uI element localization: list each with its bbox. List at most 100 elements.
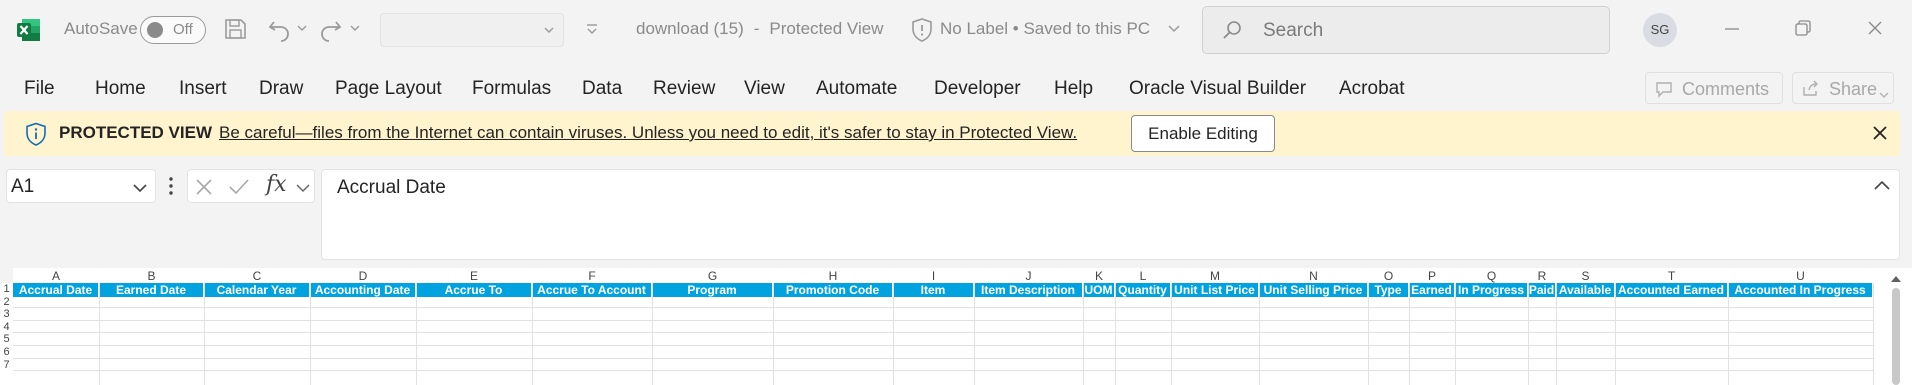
check-icon[interactable] bbox=[228, 177, 250, 197]
tab-automate[interactable]: Automate bbox=[816, 78, 897, 100]
cancel-icon[interactable] bbox=[194, 177, 214, 197]
select-all-corner[interactable] bbox=[0, 268, 13, 283]
column-header-f[interactable]: F bbox=[532, 269, 652, 283]
comments-button[interactable]: Comments bbox=[1645, 72, 1783, 104]
header-cell[interactable]: Available bbox=[1556, 283, 1615, 297]
enable-editing-button[interactable]: Enable Editing bbox=[1131, 115, 1275, 152]
minimize-icon[interactable] bbox=[1723, 16, 1741, 42]
column-header-p[interactable]: P bbox=[1409, 269, 1455, 283]
column-header-j[interactable]: J bbox=[974, 269, 1083, 283]
formula-input[interactable]: Accrual Date bbox=[321, 169, 1900, 260]
share-button[interactable]: Share bbox=[1792, 72, 1894, 104]
header-cell[interactable]: Unit Selling Price bbox=[1259, 283, 1368, 297]
tab-oracle-visual-builder[interactable]: Oracle Visual Builder bbox=[1129, 78, 1306, 100]
column-header-l[interactable]: L bbox=[1115, 269, 1171, 283]
autosave-toggle[interactable]: Off bbox=[140, 16, 206, 44]
row-header-6[interactable]: 6 bbox=[0, 346, 13, 359]
tab-formulas[interactable]: Formulas bbox=[472, 78, 551, 100]
header-cell[interactable]: Type bbox=[1368, 283, 1409, 297]
tab-insert[interactable]: Insert bbox=[179, 78, 227, 100]
header-cell[interactable]: In Progress bbox=[1455, 283, 1528, 297]
chevron-up-icon[interactable] bbox=[1873, 178, 1891, 192]
header-cell[interactable]: Calendar Year bbox=[204, 283, 310, 297]
sensitivity-shield-icon[interactable] bbox=[910, 17, 934, 43]
row-header-4[interactable]: 4 bbox=[0, 321, 13, 334]
column-header-o[interactable]: O bbox=[1368, 269, 1409, 283]
more-options-icon[interactable] bbox=[168, 175, 174, 197]
font-dropdown[interactable] bbox=[380, 13, 564, 47]
redo-icon[interactable] bbox=[318, 16, 344, 42]
tab-draw[interactable]: Draw bbox=[259, 78, 303, 100]
column-header-g[interactable]: G bbox=[652, 269, 773, 283]
spreadsheet-grid[interactable]: Accrual Date Earned Date Calendar Year Acco… bbox=[0, 268, 1912, 385]
chevron-down-icon[interactable] bbox=[296, 182, 310, 194]
column-header-a[interactable]: A bbox=[13, 269, 99, 283]
header-cell[interactable]: Item bbox=[893, 283, 974, 297]
column-header-c[interactable]: C bbox=[204, 269, 310, 283]
tab-help[interactable]: Help bbox=[1054, 78, 1093, 100]
autosave-label: AutoSave bbox=[64, 19, 138, 38]
tab-view[interactable]: View bbox=[744, 78, 785, 100]
restore-icon[interactable] bbox=[1794, 16, 1812, 42]
vertical-scrollbar[interactable] bbox=[1892, 288, 1900, 385]
column-header-h[interactable]: H bbox=[773, 269, 893, 283]
column-header-s[interactable]: S bbox=[1556, 269, 1615, 283]
chevron-down-icon[interactable] bbox=[1167, 22, 1181, 36]
column-header-d[interactable]: D bbox=[310, 269, 416, 283]
column-header-e[interactable]: E bbox=[416, 269, 532, 283]
tab-page-layout[interactable]: Page Layout bbox=[335, 78, 442, 100]
header-cell[interactable]: Unit List Price bbox=[1171, 283, 1259, 297]
column-header-r[interactable]: R bbox=[1528, 269, 1556, 283]
undo-dropdown-icon[interactable] bbox=[296, 22, 308, 34]
tab-review[interactable]: Review bbox=[653, 78, 715, 100]
avatar[interactable]: SG bbox=[1643, 13, 1677, 47]
header-cell[interactable]: Accounted In Progress bbox=[1728, 283, 1873, 297]
tab-acrobat[interactable]: Acrobat bbox=[1339, 78, 1404, 100]
row-header-7[interactable]: 7 bbox=[0, 359, 13, 372]
header-cell[interactable]: Item Description bbox=[974, 283, 1083, 297]
row-header-2[interactable]: 2 bbox=[0, 296, 13, 309]
column-header-u[interactable]: U bbox=[1728, 269, 1873, 283]
customize-toolbar-icon[interactable] bbox=[584, 22, 600, 38]
header-cell[interactable]: Accounting Date bbox=[310, 283, 416, 297]
header-cell[interactable]: Accrue To bbox=[416, 283, 532, 297]
header-cell[interactable]: Promotion Code bbox=[773, 283, 893, 297]
close-icon[interactable] bbox=[1866, 16, 1884, 42]
header-cell[interactable]: Program bbox=[652, 283, 773, 297]
column-header-i[interactable]: I bbox=[893, 269, 974, 283]
scroll-up-icon[interactable] bbox=[1890, 274, 1902, 284]
search-input[interactable]: Search bbox=[1202, 6, 1610, 54]
close-icon[interactable] bbox=[1871, 124, 1889, 142]
header-cell[interactable]: Accrual Date bbox=[13, 283, 99, 297]
excel-logo-icon[interactable] bbox=[16, 17, 42, 43]
protected-view-message[interactable]: Be careful—files from the Internet can c… bbox=[219, 123, 1077, 143]
column-header-q[interactable]: Q bbox=[1455, 269, 1528, 283]
header-cell[interactable]: Quantity bbox=[1115, 283, 1171, 297]
header-cell[interactable]: UOM bbox=[1083, 283, 1115, 297]
tab-file[interactable]: File bbox=[24, 78, 55, 100]
undo-icon[interactable] bbox=[266, 16, 292, 42]
tab-data[interactable]: Data bbox=[582, 78, 622, 100]
row-header-1[interactable]: 1 bbox=[0, 283, 13, 296]
tab-home[interactable]: Home bbox=[95, 78, 146, 100]
header-cell[interactable]: Accrue To Account bbox=[532, 283, 652, 297]
row-header-5[interactable]: 5 bbox=[0, 333, 13, 346]
column-header-k[interactable]: K bbox=[1083, 269, 1115, 283]
redo-dropdown-icon[interactable] bbox=[349, 22, 361, 34]
header-cell[interactable]: Paid bbox=[1528, 283, 1556, 297]
header-cell[interactable]: Accounted Earned bbox=[1615, 283, 1728, 297]
row-header-3[interactable]: 3 bbox=[0, 308, 13, 321]
column-header-m[interactable]: M bbox=[1171, 269, 1259, 283]
column-header-t[interactable]: T bbox=[1615, 269, 1728, 283]
save-icon[interactable] bbox=[222, 16, 248, 42]
column-header-b[interactable]: B bbox=[99, 269, 204, 283]
name-box-value: A1 bbox=[11, 176, 35, 197]
tab-developer[interactable]: Developer bbox=[934, 78, 1021, 100]
sensitivity-label[interactable]: No Label • Saved to this PC bbox=[940, 19, 1150, 39]
column-header-n[interactable]: N bbox=[1259, 269, 1368, 283]
header-cell[interactable]: Earned bbox=[1409, 283, 1455, 297]
name-box[interactable]: A1 bbox=[6, 169, 156, 203]
insert-function-button[interactable]: fx bbox=[266, 172, 287, 197]
header-cell[interactable]: Earned Date bbox=[99, 283, 204, 297]
title-separator: - bbox=[753, 19, 760, 38]
